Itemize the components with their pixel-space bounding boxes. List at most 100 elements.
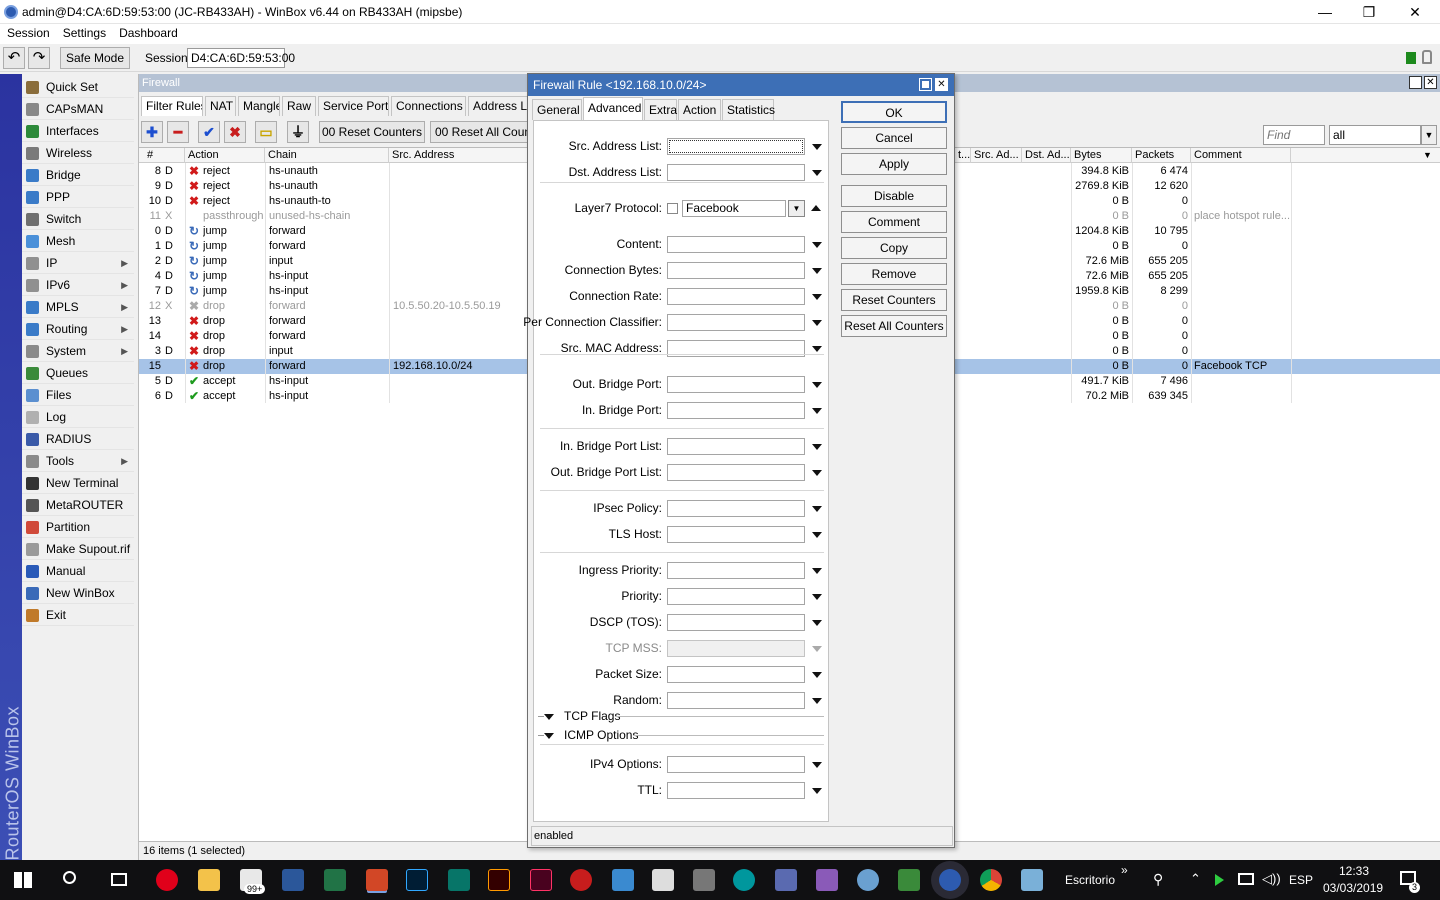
comment-icon[interactable]: ▭ <box>255 121 277 143</box>
field-input-connection-rate[interactable] <box>667 288 805 305</box>
expand-down-icon[interactable] <box>812 594 822 600</box>
filter-select[interactable]: all <box>1329 125 1421 145</box>
sidebar-item-ipv6[interactable]: IPv6 ▶ <box>22 275 134 296</box>
sidebar-item-routing[interactable]: Routing ▶ <box>22 319 134 340</box>
field-input-content[interactable] <box>667 236 805 253</box>
filter-icon[interactable]: ⏚ <box>287 121 309 143</box>
filter-select-dropdown-icon[interactable]: ▼ <box>1421 125 1437 145</box>
volume-icon[interactable]: ◁)) <box>1262 871 1281 887</box>
session-field[interactable]: D4:CA:6D:59:53:00 <box>187 48 295 68</box>
column-menu-icon[interactable]: ▼ <box>1423 150 1432 160</box>
expand-down-icon[interactable] <box>812 382 822 388</box>
battery-app-icon[interactable] <box>898 869 920 891</box>
sidebar-item-files[interactable]: Files <box>22 385 134 406</box>
dialog-restore-icon[interactable] <box>919 78 932 91</box>
expand-down-icon[interactable] <box>812 788 822 794</box>
col-bytes[interactable]: Bytes <box>1071 148 1132 163</box>
sidebar-item-radius[interactable]: RADIUS <box>22 429 134 450</box>
layer7-not-checkbox[interactable] <box>667 203 678 214</box>
app-purple-icon[interactable] <box>816 869 838 891</box>
field-input-per-connection-classifier[interactable] <box>667 314 805 331</box>
sketchup-icon[interactable] <box>570 869 592 891</box>
field-input-ttl[interactable] <box>667 782 805 799</box>
app-blue-icon[interactable] <box>612 869 634 891</box>
tab-raw[interactable]: Raw <box>282 96 316 116</box>
tcp-flags-section-label[interactable]: TCP Flags <box>564 709 620 723</box>
collapse-up-icon[interactable] <box>811 205 821 211</box>
expand-down-icon[interactable] <box>812 320 822 326</box>
col-packets[interactable]: Packets <box>1132 148 1191 163</box>
field-input-priority[interactable] <box>667 588 805 605</box>
col-chain[interactable]: Chain <box>265 148 389 163</box>
reset-counters-button[interactable]: Reset Counters <box>841 289 947 311</box>
field-input-random[interactable] <box>667 692 805 709</box>
tab-nat[interactable]: NAT <box>205 96 236 116</box>
reset-all-counters-button[interactable]: Reset All Counters <box>841 315 947 337</box>
sidebar-item-ppp[interactable]: PPP <box>22 187 134 208</box>
tray-expand-icon[interactable]: ⌃ <box>1190 871 1201 887</box>
sidebar-item-manual[interactable]: Manual <box>22 561 134 582</box>
apply-button[interactable]: Apply <box>841 153 947 175</box>
sidebar-item-interfaces[interactable]: Interfaces <box>22 121 134 142</box>
desktop-toolbar-label[interactable]: Escritorio <box>1065 873 1115 887</box>
field-input-src-address-list[interactable] <box>667 138 805 155</box>
reset-counters-button[interactable]: 00 Reset Counters <box>319 121 425 143</box>
network-icon[interactable] <box>1238 873 1254 885</box>
powerpoint-icon[interactable] <box>366 869 388 891</box>
col-src-address-list[interactable]: Src. Ad... <box>971 148 1022 163</box>
illustrator-icon[interactable] <box>488 869 510 891</box>
tab-filter-rules[interactable]: Filter Rules <box>141 96 203 116</box>
sidebar-item-metarouter[interactable]: MetaROUTER <box>22 495 134 516</box>
tab-mangle[interactable]: Mangle <box>238 96 280 116</box>
tcp-flags-toggle-icon[interactable] <box>544 714 554 720</box>
icmp-options-section-label[interactable]: ICMP Options <box>564 728 638 742</box>
tab-address-lists[interactable]: Address Lists <box>468 96 528 116</box>
photoshop-icon[interactable] <box>406 869 428 891</box>
task-view-icon[interactable] <box>111 873 127 886</box>
sidebar-item-exit[interactable]: Exit <box>22 605 134 626</box>
sidebar-item-new-winbox[interactable]: New WinBox <box>22 583 134 604</box>
field-input-in-bridge-port-list[interactable] <box>667 438 805 455</box>
layer7-protocol-select[interactable]: Facebook <box>682 200 786 217</box>
expand-down-icon[interactable] <box>812 408 822 414</box>
windows-start-icon[interactable] <box>14 872 32 888</box>
minimize-button[interactable]: — <box>1302 2 1348 22</box>
field-input-in-bridge-port[interactable] <box>667 402 805 419</box>
sidebar-item-tools[interactable]: Tools ▶ <box>22 451 134 472</box>
publisher-icon[interactable] <box>448 869 470 891</box>
sidebar-item-log[interactable]: Log <box>22 407 134 428</box>
disable-icon[interactable]: ✖ <box>224 121 246 143</box>
sidebar-item-system[interactable]: System ▶ <box>22 341 134 362</box>
comment-button[interactable]: Comment <box>841 211 947 233</box>
field-input-dscp-tos[interactable] <box>667 614 805 631</box>
dialog-tab-extra[interactable]: Extra <box>644 99 677 120</box>
expand-down-icon[interactable] <box>812 698 822 704</box>
expand-down-icon[interactable] <box>812 568 822 574</box>
col-dst-address-list[interactable]: Dst. Ad... <box>1022 148 1071 163</box>
col-action[interactable]: Action <box>185 148 265 163</box>
sidebar-item-new-terminal[interactable]: New Terminal <box>22 473 134 494</box>
field-input-ingress-priority[interactable] <box>667 562 805 579</box>
close-button[interactable]: ✕ <box>1392 2 1438 22</box>
network-tool-icon[interactable] <box>693 869 715 891</box>
field-input-out-bridge-port[interactable] <box>667 376 805 393</box>
field-input-ipsec-policy[interactable] <box>667 500 805 517</box>
file-explorer-icon[interactable] <box>198 869 220 891</box>
field-input-connection-bytes[interactable] <box>667 262 805 279</box>
expand-down-icon[interactable] <box>812 268 822 274</box>
sidebar-item-mesh[interactable]: Mesh <box>22 231 134 252</box>
safe-mode-button[interactable]: Safe Mode <box>60 47 130 69</box>
word-icon[interactable] <box>282 869 304 891</box>
excel-icon[interactable] <box>324 869 346 891</box>
redo-button[interactable]: ↷ <box>28 47 50 69</box>
search-icon[interactable] <box>63 871 76 884</box>
dialog-tab-advanced[interactable]: Advanced <box>583 97 643 120</box>
menu-dashboard[interactable]: Dashboard <box>112 24 184 40</box>
expand-down-icon[interactable] <box>812 762 822 768</box>
enable-icon[interactable]: ✔ <box>198 121 220 143</box>
firewall-close-icon[interactable]: ✕ <box>1424 76 1437 89</box>
language-indicator[interactable]: ESP <box>1289 873 1313 887</box>
clock-time[interactable]: 12:33 <box>1339 864 1369 878</box>
field-input-tls-host[interactable] <box>667 526 805 543</box>
clock-date[interactable]: 03/03/2019 <box>1323 881 1383 895</box>
